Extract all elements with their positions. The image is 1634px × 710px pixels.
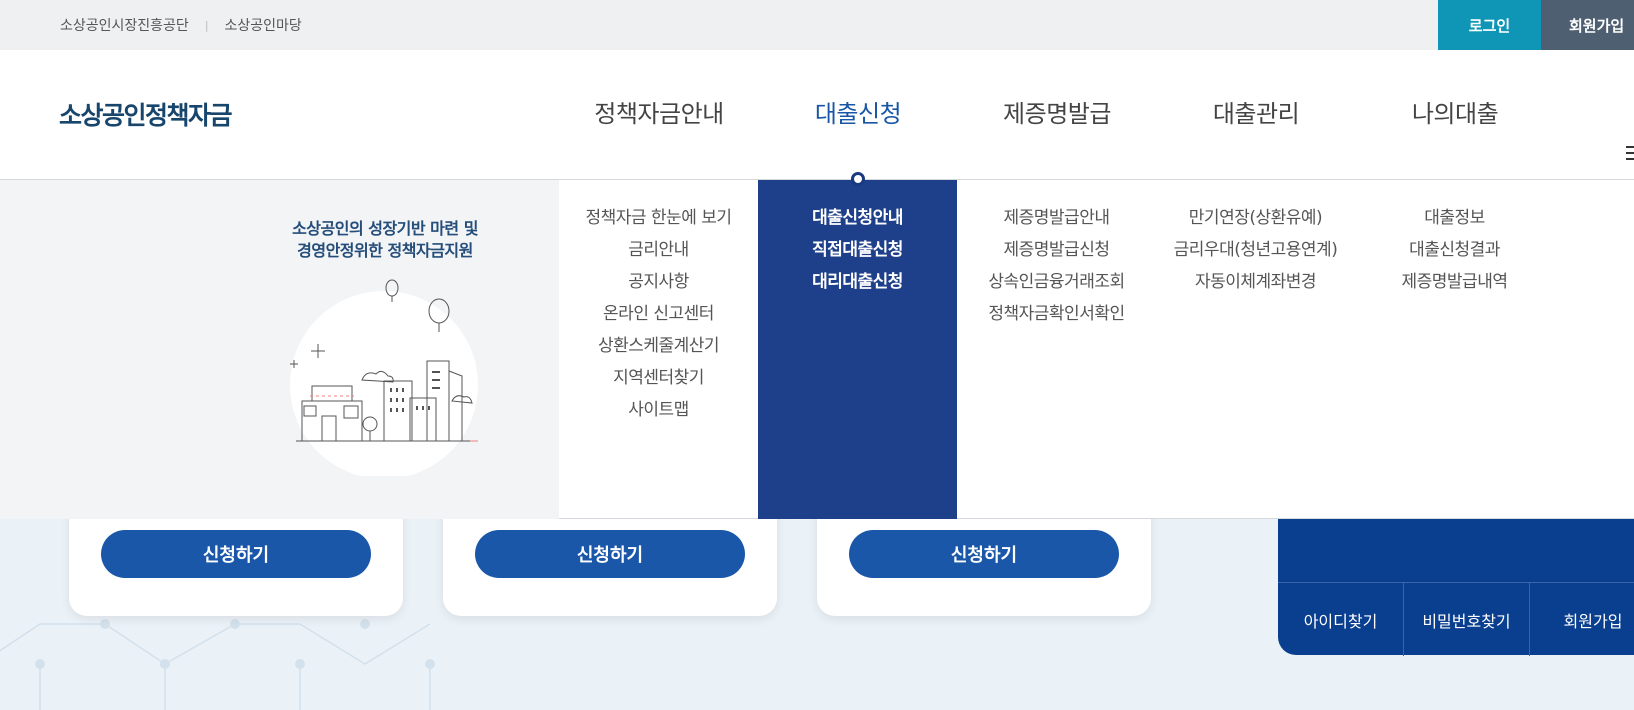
submenu-item[interactable]: 제증명발급내역 [1355, 266, 1554, 298]
link-semas[interactable]: 소상공인시장진흥공단 [60, 15, 189, 35]
submenu-item[interactable]: 지역센터찾기 [559, 362, 758, 394]
submenu-policy-guide: 정책자금 한눈에 보기 금리안내 공지사항 온라인 신고센터 상환스케줄계산기 … [559, 180, 758, 519]
active-indicator-dot [851, 172, 865, 186]
gnb-certificate[interactable]: 제증명발급 [957, 94, 1157, 129]
submenu-loan-apply: 대출신청안내 직접대출신청 대리대출신청 [758, 180, 957, 519]
link-separator: | [204, 18, 209, 32]
submenu-certificate: 제증명발급안내 제증명발급신청 상속인금융거래조회 정책자금확인서확인 [957, 180, 1156, 519]
submenu-item[interactable]: 대리대출신청 [758, 266, 957, 298]
signup-link[interactable]: 회원가입 [1530, 583, 1634, 656]
gnb-loan-apply[interactable]: 대출신청 [758, 94, 958, 129]
submenu-item[interactable]: 대출신청안내 [758, 202, 957, 234]
submenu-item[interactable]: 정책자금 한눈에 보기 [559, 202, 758, 234]
site-header: 소상공인정책자금 정책자금안내 대출신청 제증명발급 대출관리 나의대출 [0, 50, 1634, 180]
link-sosang-madang[interactable]: 소상공인마당 [225, 15, 302, 35]
gnb-policy-guide[interactable]: 정책자금안내 [559, 94, 759, 129]
login-button[interactable]: 로그인 [1438, 0, 1541, 50]
find-id-link[interactable]: 아이디찾기 [1278, 583, 1404, 656]
menu-icon[interactable] [1626, 146, 1634, 166]
submenu-my-loan: 대출정보 대출신청결과 제증명발급내역 [1355, 180, 1554, 519]
submenu-loan-manage: 만기연장(상환유예) 금리우대(청년고용연계) 자동이체계좌변경 [1156, 180, 1355, 519]
site-logo[interactable]: 소상공인정책자금 [59, 96, 233, 132]
submenu-item[interactable]: 정책자금확인서확인 [957, 298, 1156, 330]
submenu-item[interactable]: 온라인 신고센터 [559, 298, 758, 330]
find-password-link[interactable]: 비밀번호찾기 [1404, 583, 1530, 656]
apply-button-2[interactable]: 신청하기 [475, 530, 745, 578]
apply-button-1[interactable]: 신청하기 [101, 530, 371, 578]
submenu-item[interactable]: 직접대출신청 [758, 234, 957, 266]
submenu-item[interactable]: 상속인금융거래조회 [957, 266, 1156, 298]
join-button[interactable]: 회원가입 [1541, 0, 1634, 50]
promo-line-2: 경영안정위한 정책자금지원 [297, 241, 473, 260]
promo-line-1: 소상공인의 성장기반 마련 및 [292, 219, 478, 238]
mega-menu-panel: 소상공인의 성장기반 마련 및 경영안정위한 정책자금지원 정책자금 한눈에 보… [0, 180, 1634, 519]
submenu-item[interactable]: 제증명발급안내 [957, 202, 1156, 234]
submenu-item[interactable]: 사이트맵 [559, 394, 758, 426]
utility-bar: 소상공인시장진흥공단 | 소상공인마당 로그인 회원가입 [0, 0, 1634, 50]
city-illustration-icon [290, 279, 478, 476]
submenu-item[interactable]: 자동이체계좌변경 [1156, 266, 1355, 298]
submenu-item[interactable]: 만기연장(상환유예) [1156, 202, 1355, 234]
submenu-item[interactable]: 상환스케줄계산기 [559, 330, 758, 362]
submenu-item[interactable]: 제증명발급신청 [957, 234, 1156, 266]
promo-area: 소상공인의 성장기반 마련 및 경영안정위한 정책자금지원 [0, 180, 559, 519]
apply-button-3[interactable]: 신청하기 [849, 530, 1119, 578]
submenu-item[interactable]: 대출신청결과 [1355, 234, 1554, 266]
promo-text: 소상공인의 성장기반 마련 및 경영안정위한 정책자금지원 [250, 218, 520, 262]
gnb-loan-manage[interactable]: 대출관리 [1156, 94, 1356, 129]
login-box: 아이디찾기 비밀번호찾기 회원가입 [1278, 500, 1634, 656]
submenu-item[interactable]: 금리우대(청년고용연계) [1156, 234, 1355, 266]
family-links: 소상공인시장진흥공단 | 소상공인마당 [60, 0, 302, 50]
submenu-item[interactable]: 공지사항 [559, 266, 758, 298]
submenu-item[interactable]: 대출정보 [1355, 202, 1554, 234]
login-links: 아이디찾기 비밀번호찾기 회원가입 [1278, 582, 1634, 656]
submenu-item[interactable]: 금리안내 [559, 234, 758, 266]
gnb-my-loan[interactable]: 나의대출 [1355, 94, 1555, 129]
